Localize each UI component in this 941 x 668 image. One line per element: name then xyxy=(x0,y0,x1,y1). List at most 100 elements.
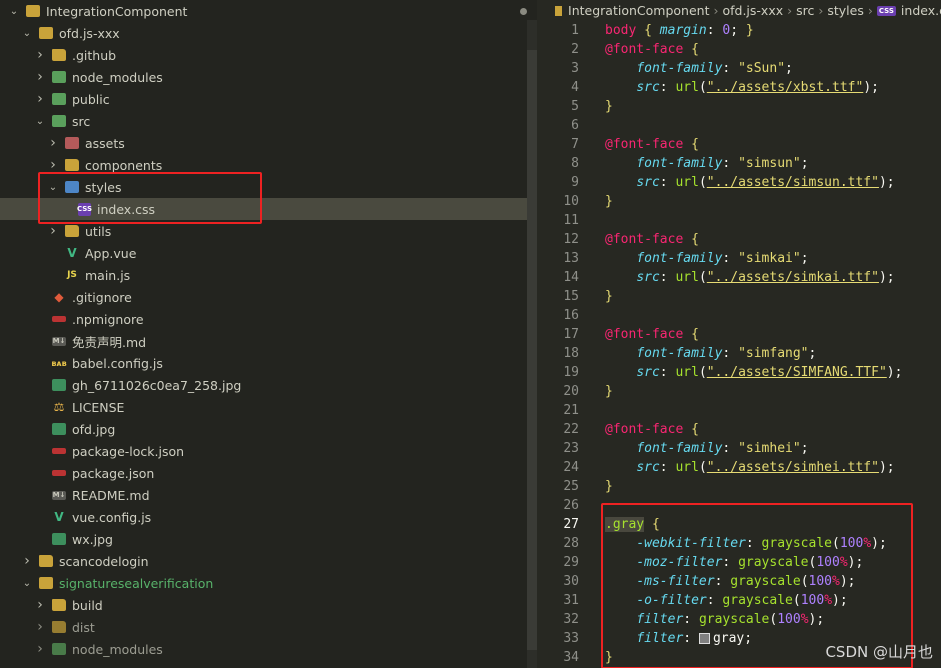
code-line[interactable]: 27 .gray { xyxy=(537,515,941,534)
chevron-right-icon[interactable]: › xyxy=(47,135,59,151)
tree-item[interactable]: › build xyxy=(0,594,537,616)
tree-item[interactable]: ʙᴀʙ babel.config.js xyxy=(0,352,537,374)
tree-item[interactable]: ◆ .gitignore xyxy=(0,286,537,308)
tree-item[interactable]: Vvue.config.js xyxy=(0,506,537,528)
code-line[interactable]: 8 font-family: "simsun"; xyxy=(537,154,941,173)
tree-item[interactable]: › node_modules xyxy=(0,66,537,88)
chevron-right-icon[interactable]: › xyxy=(34,91,46,107)
status-dot-icon xyxy=(520,7,527,15)
tree-item-label: node_modules xyxy=(72,641,163,657)
tree-item-label: node_modules xyxy=(72,69,163,85)
tree-item[interactable]: › utils xyxy=(0,220,537,242)
code-text: font-family: "simhei"; xyxy=(636,441,809,456)
tree-item[interactable]: package.json xyxy=(0,462,537,484)
chevron-right-icon[interactable]: › xyxy=(34,47,46,63)
code-line[interactable]: 18 font-family: "simfang"; xyxy=(537,344,941,363)
code-line[interactable]: 26 xyxy=(537,496,941,515)
breadcrumb-styles[interactable]: styles xyxy=(827,3,864,18)
code-line[interactable]: 9 src: url("../assets/simsun.ttf"); xyxy=(537,173,941,192)
tree-item[interactable]: gh_6711026c0ea7_258.jpg xyxy=(0,374,537,396)
code-line[interactable]: 3 font-family: "sSun"; xyxy=(537,59,941,78)
breadcrumb-project[interactable]: ofd.js-xxx xyxy=(722,3,783,18)
chevron-down-icon[interactable]: ⌄ xyxy=(8,6,20,17)
tree-item-label: package.json xyxy=(72,465,155,481)
code-line[interactable]: 21 xyxy=(537,401,941,420)
code-line[interactable]: 11 xyxy=(537,211,941,230)
img-icon xyxy=(52,423,66,435)
code-line[interactable]: 22 @font-face { xyxy=(537,420,941,439)
code-line[interactable]: 10} xyxy=(537,192,941,211)
code-line[interactable]: 19 src: url("../assets/SIMFANG.TTF"); xyxy=(537,363,941,382)
code-line[interactable]: 28 -webkit-filter: grayscale(100%); xyxy=(537,534,941,553)
tree-item[interactable]: › .github xyxy=(0,44,537,66)
code-line[interactable]: 1 body { margin: 0; } xyxy=(537,21,941,40)
chevron-right-icon[interactable]: › xyxy=(21,553,33,569)
code-line[interactable]: 13 font-family: "simkai"; xyxy=(537,249,941,268)
code-line[interactable]: 4 src: url("../assets/xbst.ttf"); xyxy=(537,78,941,97)
tree-item[interactable]: wx.jpg xyxy=(0,528,537,550)
code-line[interactable]: 31 -o-filter: grayscale(100%); xyxy=(537,591,941,610)
tree-item-label: 免责声明.md xyxy=(72,334,147,350)
code-line[interactable]: 30 -ms-filter: grayscale(100%); xyxy=(537,572,941,591)
chevron-right-icon[interactable]: › xyxy=(47,157,59,173)
code-line[interactable]: 25} xyxy=(537,477,941,496)
chevron-right-icon[interactable]: › xyxy=(34,641,46,657)
line-number: 8 xyxy=(571,156,579,171)
explorer-scroll-thumb[interactable] xyxy=(527,50,537,650)
tree-item[interactable]: › dist xyxy=(0,616,537,638)
code-line[interactable]: 6 xyxy=(537,116,941,135)
code-line[interactable]: 16 xyxy=(537,306,941,325)
code-line[interactable]: 7 @font-face { xyxy=(537,135,941,154)
line-number: 24 xyxy=(563,460,579,475)
code-text: -moz-filter: grayscale(100%); xyxy=(636,555,864,570)
chevron-right-icon[interactable]: › xyxy=(34,597,46,613)
code-line[interactable]: 12 @font-face { xyxy=(537,230,941,249)
code-line[interactable]: 2 @font-face { xyxy=(537,40,941,59)
chevron-down-icon[interactable]: ⌄ xyxy=(21,28,33,39)
code-line[interactable]: 5} xyxy=(537,97,941,116)
tree-item[interactable]: M↓ README.md xyxy=(0,484,537,506)
code-line[interactable]: 14 src: url("../assets/simkai.ttf"); xyxy=(537,268,941,287)
breadcrumb-file[interactable]: index.css xyxy=(901,3,941,18)
chevron-down-icon[interactable]: ⌄ xyxy=(47,182,59,193)
breadcrumb-src[interactable]: src xyxy=(796,3,814,18)
tree-item[interactable]: JS main.js xyxy=(0,264,537,286)
line-number: 29 xyxy=(563,555,579,570)
tree-item[interactable]: › components xyxy=(0,154,537,176)
chevron-down-icon[interactable]: ⌄ xyxy=(21,578,33,589)
tree-item[interactable]: ⌄ styles xyxy=(0,176,537,198)
code-line[interactable]: 20} xyxy=(537,382,941,401)
code-line[interactable]: 23 font-family: "simhei"; xyxy=(537,439,941,458)
code-line[interactable]: 32 filter: grayscale(100%); xyxy=(537,610,941,629)
tree-item[interactable]: ⌄ IntegrationComponent xyxy=(0,0,537,22)
tree-item-label: .gitignore xyxy=(72,289,132,305)
tree-item[interactable]: ⌄ signaturesealverification xyxy=(0,572,537,594)
tree-item[interactable]: package-lock.json xyxy=(0,440,537,462)
code-editor[interactable]: IntegrationComponent › ofd.js-xxx › src … xyxy=(537,0,941,668)
explorer-scrollbar[interactable] xyxy=(527,20,537,668)
tree-item[interactable]: CSS index.css xyxy=(0,198,537,220)
chevron-right-icon[interactable]: › xyxy=(47,223,59,239)
tree-item[interactable]: ⚖ LICENSE xyxy=(0,396,537,418)
chevron-right-icon[interactable]: › xyxy=(34,69,46,85)
tree-item[interactable]: › public xyxy=(0,88,537,110)
code-line[interactable]: 15} xyxy=(537,287,941,306)
code-line[interactable]: 29 -moz-filter: grayscale(100%); xyxy=(537,553,941,572)
tree-item[interactable]: › assets xyxy=(0,132,537,154)
chevron-down-icon[interactable]: ⌄ xyxy=(34,116,46,127)
tree-item[interactable]: ⌄ ofd.js-xxx xyxy=(0,22,537,44)
tree-item[interactable]: › node_modules xyxy=(0,638,537,660)
breadcrumb-root[interactable]: IntegrationComponent xyxy=(568,3,709,18)
code-line[interactable]: 17 @font-face { xyxy=(537,325,941,344)
folder-open-icon xyxy=(39,577,53,589)
tree-item[interactable]: › scancodelogin xyxy=(0,550,537,572)
chevron-right-icon[interactable]: › xyxy=(34,619,46,635)
code-line[interactable]: 24 src: url("../assets/simhei.ttf"); xyxy=(537,458,941,477)
chevron-right-icon: › xyxy=(867,3,873,18)
line-number: 10 xyxy=(563,194,579,209)
tree-item[interactable]: M↓ 免责声明.md xyxy=(0,330,537,352)
tree-item[interactable]: ofd.jpg xyxy=(0,418,537,440)
tree-item[interactable]: V App.vue xyxy=(0,242,537,264)
tree-item[interactable]: .npmignore xyxy=(0,308,537,330)
tree-item[interactable]: ⌄ src xyxy=(0,110,537,132)
